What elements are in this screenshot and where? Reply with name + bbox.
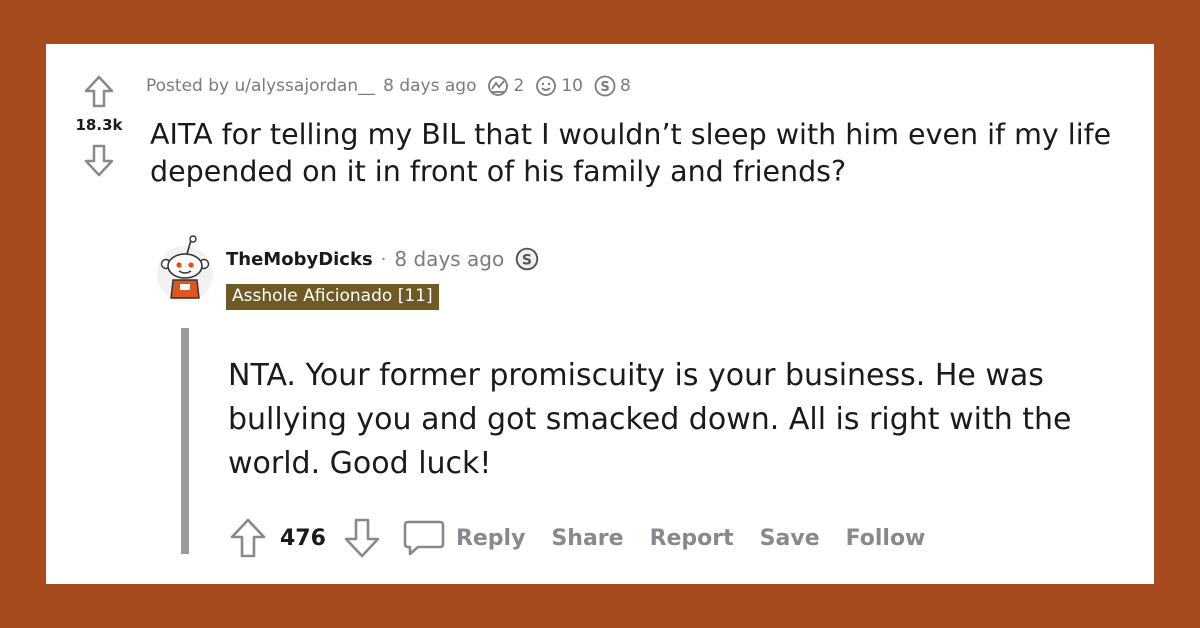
comment-action-bar: 476 Reply Share Report Save Follow (228, 516, 951, 560)
award-count: 8 (619, 76, 631, 96)
downvote-icon[interactable] (83, 142, 115, 178)
award-count: 2 (513, 76, 525, 96)
follow-button[interactable]: Follow (846, 526, 926, 551)
comment-author-link[interactable]: TheMobyDicks (226, 249, 373, 270)
post-time: 8 days ago (383, 76, 477, 96)
reply-button[interactable]: Reply (456, 526, 526, 551)
post-score: 18.3k (75, 116, 123, 134)
separator-dot: · (380, 248, 387, 270)
award-helpful[interactable]: 2 (486, 74, 524, 98)
silver-award-icon[interactable]: S (514, 246, 540, 272)
post-card: 18.3k Posted by u/alyssajordan__ 8 days … (46, 44, 1154, 584)
report-button[interactable]: Report (650, 526, 734, 551)
downvote-icon[interactable] (342, 516, 382, 560)
save-button[interactable]: Save (760, 526, 820, 551)
posted-by-link[interactable]: Posted by u/alyssajordan__ (146, 76, 375, 96)
post-meta: Posted by u/alyssajordan__ 8 days ago 2 … (146, 74, 631, 98)
avatar[interactable] (156, 234, 214, 306)
upvote-icon[interactable] (83, 74, 115, 110)
helpful-award-icon (488, 76, 509, 96)
wholesome-award-icon (536, 76, 557, 96)
comment-header: TheMobyDicks · 8 days ago S (226, 246, 540, 272)
share-button[interactable]: Share (551, 526, 623, 551)
comment-icon[interactable] (402, 518, 446, 558)
comment-score: 476 (280, 525, 326, 551)
svg-text:S: S (600, 80, 609, 95)
comment-time: 8 days ago (394, 247, 505, 271)
user-flair: Asshole Aficionado [11] (226, 284, 439, 310)
post-title[interactable]: AITA for telling my BIL that I wouldn’t … (150, 116, 1140, 190)
award-silver[interactable]: S 8 (593, 74, 631, 98)
comment-body: NTA. Your former promiscuity is your bus… (228, 358, 1072, 481)
silver-award-icon: S (594, 75, 616, 97)
thread-line[interactable] (181, 328, 189, 554)
upvote-icon[interactable] (228, 516, 268, 560)
award-wholesome[interactable]: 10 (534, 74, 583, 98)
svg-text:S: S (522, 252, 532, 268)
award-count: 10 (561, 76, 583, 96)
post-vote-column: 18.3k (60, 74, 138, 178)
